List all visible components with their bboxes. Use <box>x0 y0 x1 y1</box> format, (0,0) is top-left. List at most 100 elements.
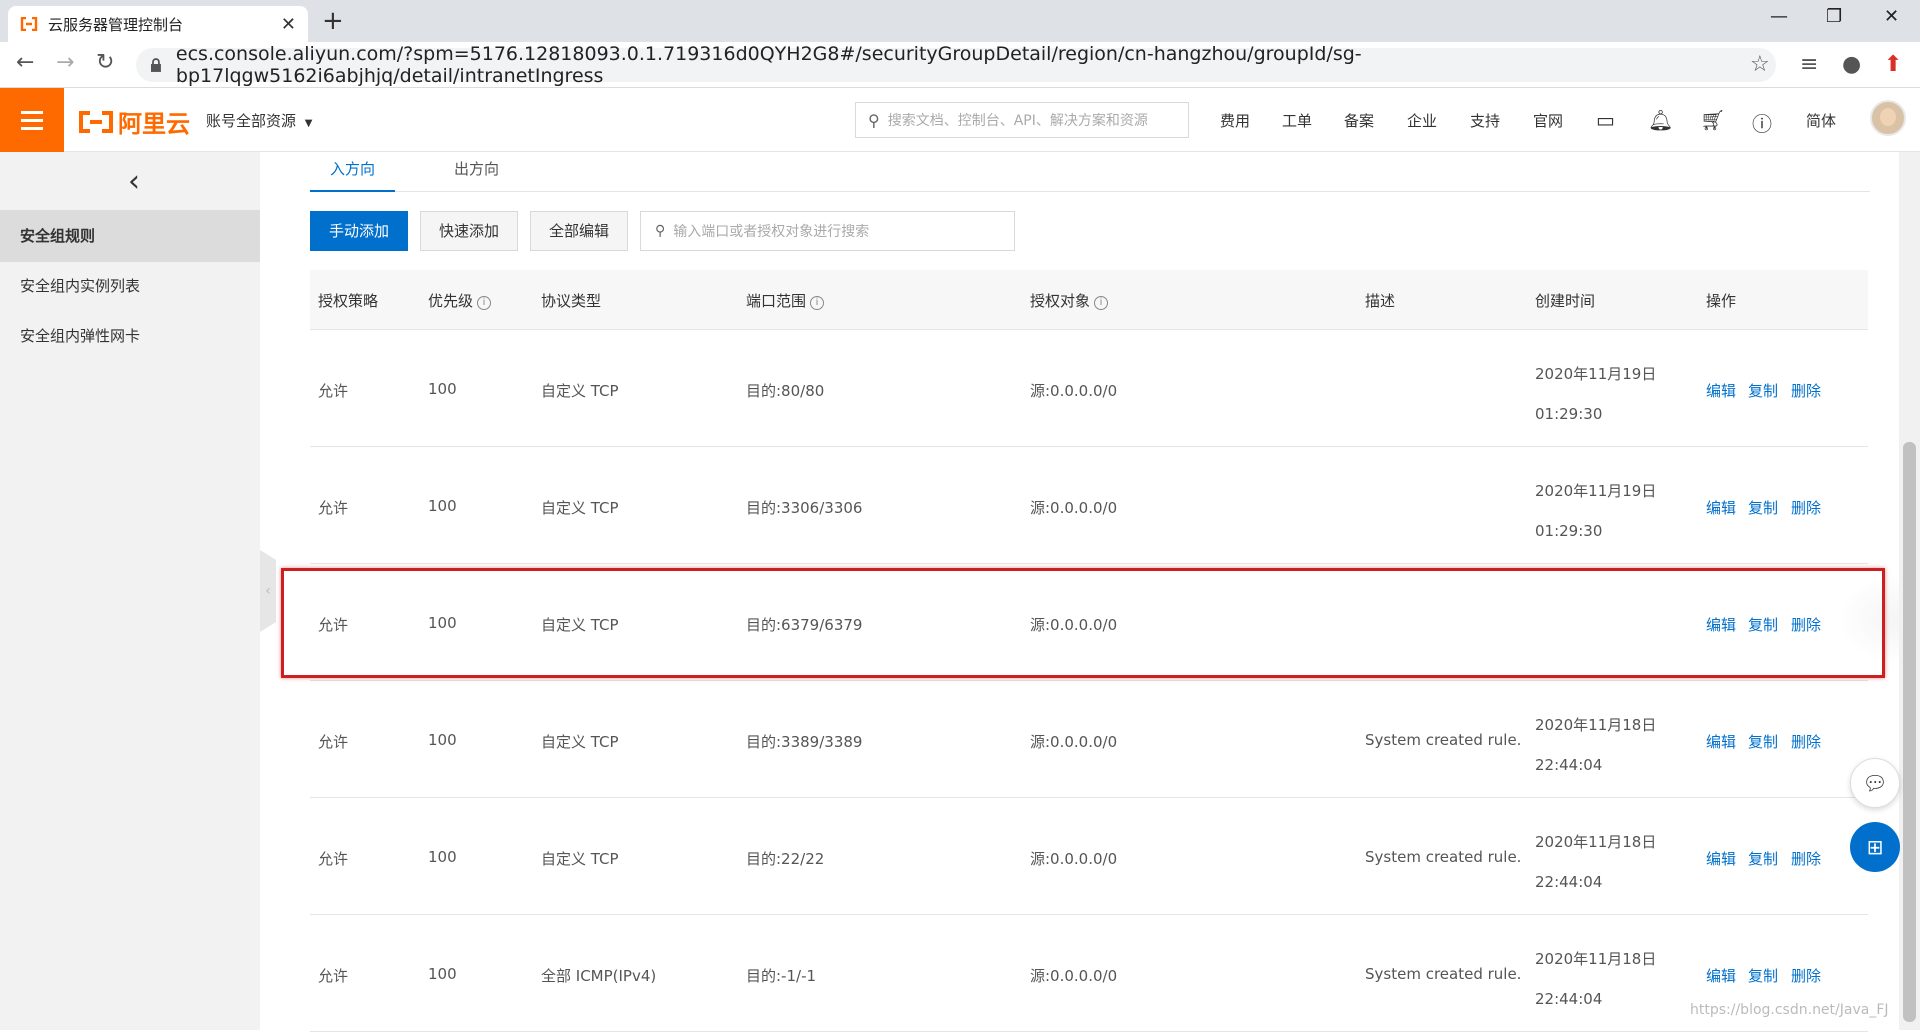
delete-rule-link[interactable]: 删除 <box>1791 614 1821 635</box>
avatar[interactable] <box>1870 100 1906 136</box>
feedback-chat-icon[interactable]: 💬︎ <box>1850 758 1900 808</box>
cell-priority: 100 <box>428 380 457 398</box>
new-tab-icon[interactable]: + <box>322 6 344 36</box>
delete-rule-link[interactable]: 删除 <box>1791 731 1821 752</box>
browser-tab[interactable]: 云服务器管理控制台 ✕ <box>8 6 308 42</box>
bookmark-star-icon[interactable]: ☆ <box>1750 52 1770 77</box>
cell-protocol: 自定义 TCP <box>541 382 619 400</box>
cell-protocol: 全部 ICMP(IPv4) <box>541 967 657 985</box>
nav-link-support[interactable]: 支持 <box>1470 110 1500 131</box>
close-window-icon[interactable]: ✕ <box>1884 6 1899 27</box>
created-clock-time: 01:29:30 <box>1535 522 1603 540</box>
tab-ingress[interactable]: 入方向 <box>310 158 396 192</box>
copy-rule-link[interactable]: 复制 <box>1748 380 1778 401</box>
notification-bell-icon[interactable]: 🔔︎ <box>1648 108 1673 132</box>
edit-rule-link[interactable]: 编辑 <box>1706 614 1736 635</box>
edit-rule-link[interactable]: 编辑 <box>1706 380 1736 401</box>
cell-policy: 允许 <box>318 967 349 985</box>
created-clock-time: 22:44:04 <box>1535 990 1603 1008</box>
global-search-input[interactable]: ⚲ 搜索文档、控制台、API、解决方案和资源 <box>855 102 1189 138</box>
created-clock-time: 22:44:04 <box>1535 756 1603 774</box>
account-resources-dropdown[interactable]: 账号全部资源 ▼ <box>206 110 313 131</box>
restore-icon[interactable]: ❐ <box>1826 6 1842 27</box>
col-port-range-label: 端口范围 <box>746 292 807 310</box>
nav-link-billing[interactable]: 费用 <box>1220 110 1250 131</box>
copy-rule-link[interactable]: 复制 <box>1748 497 1778 518</box>
reload-icon[interactable]: ↻ <box>96 50 114 75</box>
info-icon[interactable]: i <box>477 296 492 310</box>
cell-policy: 允许 <box>318 733 349 751</box>
sidebar-collapse-handle[interactable]: ‹ <box>260 550 276 632</box>
info-icon[interactable]: i <box>1094 296 1109 310</box>
cell-protocol: 自定义 TCP <box>541 733 619 751</box>
close-tab-icon[interactable]: ✕ <box>281 14 296 35</box>
cell-protocol: 自定义 TCP <box>541 499 619 517</box>
cell-source: 源:0.0.0.0/0 <box>1030 733 1118 751</box>
back-chevron-icon[interactable]: ‹ <box>128 164 140 199</box>
table-row: 允许 100 自定义 TCP 目的:6379/6379 源:0.0.0.0/0 编辑 复制删… <box>310 564 1920 681</box>
delete-rule-link[interactable]: 删除 <box>1791 848 1821 869</box>
update-icon[interactable]: ⬆ <box>1884 52 1902 77</box>
url-text: ecs.console.aliyun.com/?spm=5176.1281809… <box>175 43 1362 87</box>
delete-rule-link[interactable]: 删除 <box>1791 497 1821 518</box>
forward-icon[interactable]: → <box>56 50 74 75</box>
lock-icon <box>150 58 161 72</box>
created-date: 2020年11月19日 <box>1535 365 1657 383</box>
copy-rule-link[interactable]: 复制 <box>1748 848 1778 869</box>
cell-policy: 允许 <box>318 499 349 517</box>
back-icon[interactable]: ← <box>16 50 34 75</box>
copy-rule-link[interactable]: 复制 <box>1748 965 1778 986</box>
aliyun-logo[interactable]: 阿里云 <box>78 104 190 139</box>
tab-title: 云服务器管理控制台 <box>48 15 184 34</box>
minimize-icon[interactable]: — <box>1770 6 1788 27</box>
edit-all-button[interactable]: 全部编辑 <box>530 211 629 251</box>
rule-search-input[interactable]: ⚲ 输入端口或者授权对象进行搜索 <box>640 211 1015 251</box>
nav-link-ticket[interactable]: 工单 <box>1282 110 1312 131</box>
nav-link-icp[interactable]: 备案 <box>1344 110 1374 131</box>
nav-link-official-site[interactable]: 官网 <box>1533 110 1563 131</box>
sidebar-item-enis[interactable]: 安全组内弹性网卡 <box>0 310 260 362</box>
cart-icon[interactable]: 🛒︎ <box>1700 108 1725 132</box>
cell-policy: 允许 <box>318 616 349 634</box>
console-topnav: 阿里云 账号全部资源 ▼ ⚲ 搜索文档、控制台、API、解决方案和资源 费用 工… <box>0 88 1920 152</box>
cell-priority: 100 <box>428 731 457 749</box>
cell-protocol: 自定义 TCP <box>541 616 619 634</box>
search-placeholder: 搜索文档、控制台、API、解决方案和资源 <box>887 113 1148 129</box>
browser-tabbar: 云服务器管理控制台 ✕ + — ❐ ✕ <box>0 0 1920 42</box>
page-scrollbar[interactable] <box>1899 152 1920 1030</box>
language-switch[interactable]: 简体 <box>1806 110 1836 131</box>
edit-rule-link[interactable]: 编辑 <box>1706 965 1736 986</box>
account-label: 账号全部资源 <box>206 112 297 130</box>
cell-created-time: 2020年11月19日 01:29:30 <box>1535 471 1656 551</box>
cell-description: System created rule. <box>1365 848 1522 866</box>
nav-link-enterprise[interactable]: 企业 <box>1407 110 1437 131</box>
tab-egress[interactable]: 出方向 <box>434 158 519 192</box>
edit-rule-link[interactable]: 编辑 <box>1706 497 1736 518</box>
cell-port-range: 目的:3389/3389 <box>746 733 863 751</box>
edit-rule-link[interactable]: 编辑 <box>1706 731 1736 752</box>
copy-rule-link[interactable]: 复制 <box>1748 731 1778 752</box>
sidebar-item-security-group-rules[interactable]: 安全组规则 <box>0 210 260 262</box>
delete-rule-link[interactable]: 删除 <box>1791 380 1821 401</box>
hamburger-menu-icon[interactable] <box>0 88 64 152</box>
reading-list-icon[interactable]: ≡ <box>1800 52 1818 77</box>
profile-icon[interactable]: ● <box>1842 52 1861 77</box>
created-clock-time: 01:29:30 <box>1535 405 1603 423</box>
apps-grid-icon[interactable]: ⊞ <box>1850 822 1900 872</box>
col-priority: 优先级 i <box>428 290 492 311</box>
quick-add-button[interactable]: 快速添加 <box>420 211 519 251</box>
copy-rule-link[interactable]: 复制 <box>1748 614 1778 635</box>
col-protocol: 协议类型 <box>541 292 602 310</box>
terminal-icon[interactable]: ▭ <box>1596 108 1615 132</box>
sidebar-item-instances[interactable]: 安全组内实例列表 <box>0 260 260 312</box>
info-icon[interactable]: i <box>810 296 825 310</box>
edit-rule-link[interactable]: 编辑 <box>1706 848 1736 869</box>
delete-rule-link[interactable]: 删除 <box>1791 965 1821 986</box>
help-icon[interactable]: ⓘ <box>1752 108 1772 137</box>
cell-port-range: 目的:22/22 <box>746 850 825 868</box>
manual-add-button[interactable]: 手动添加 <box>310 211 409 251</box>
cell-description: System created rule. <box>1365 965 1522 983</box>
scrollbar-thumb[interactable] <box>1903 442 1916 1022</box>
url-field[interactable]: ecs.console.aliyun.com/?spm=5176.1281809… <box>136 43 1776 87</box>
created-date: 2020年11月18日 <box>1535 716 1657 734</box>
